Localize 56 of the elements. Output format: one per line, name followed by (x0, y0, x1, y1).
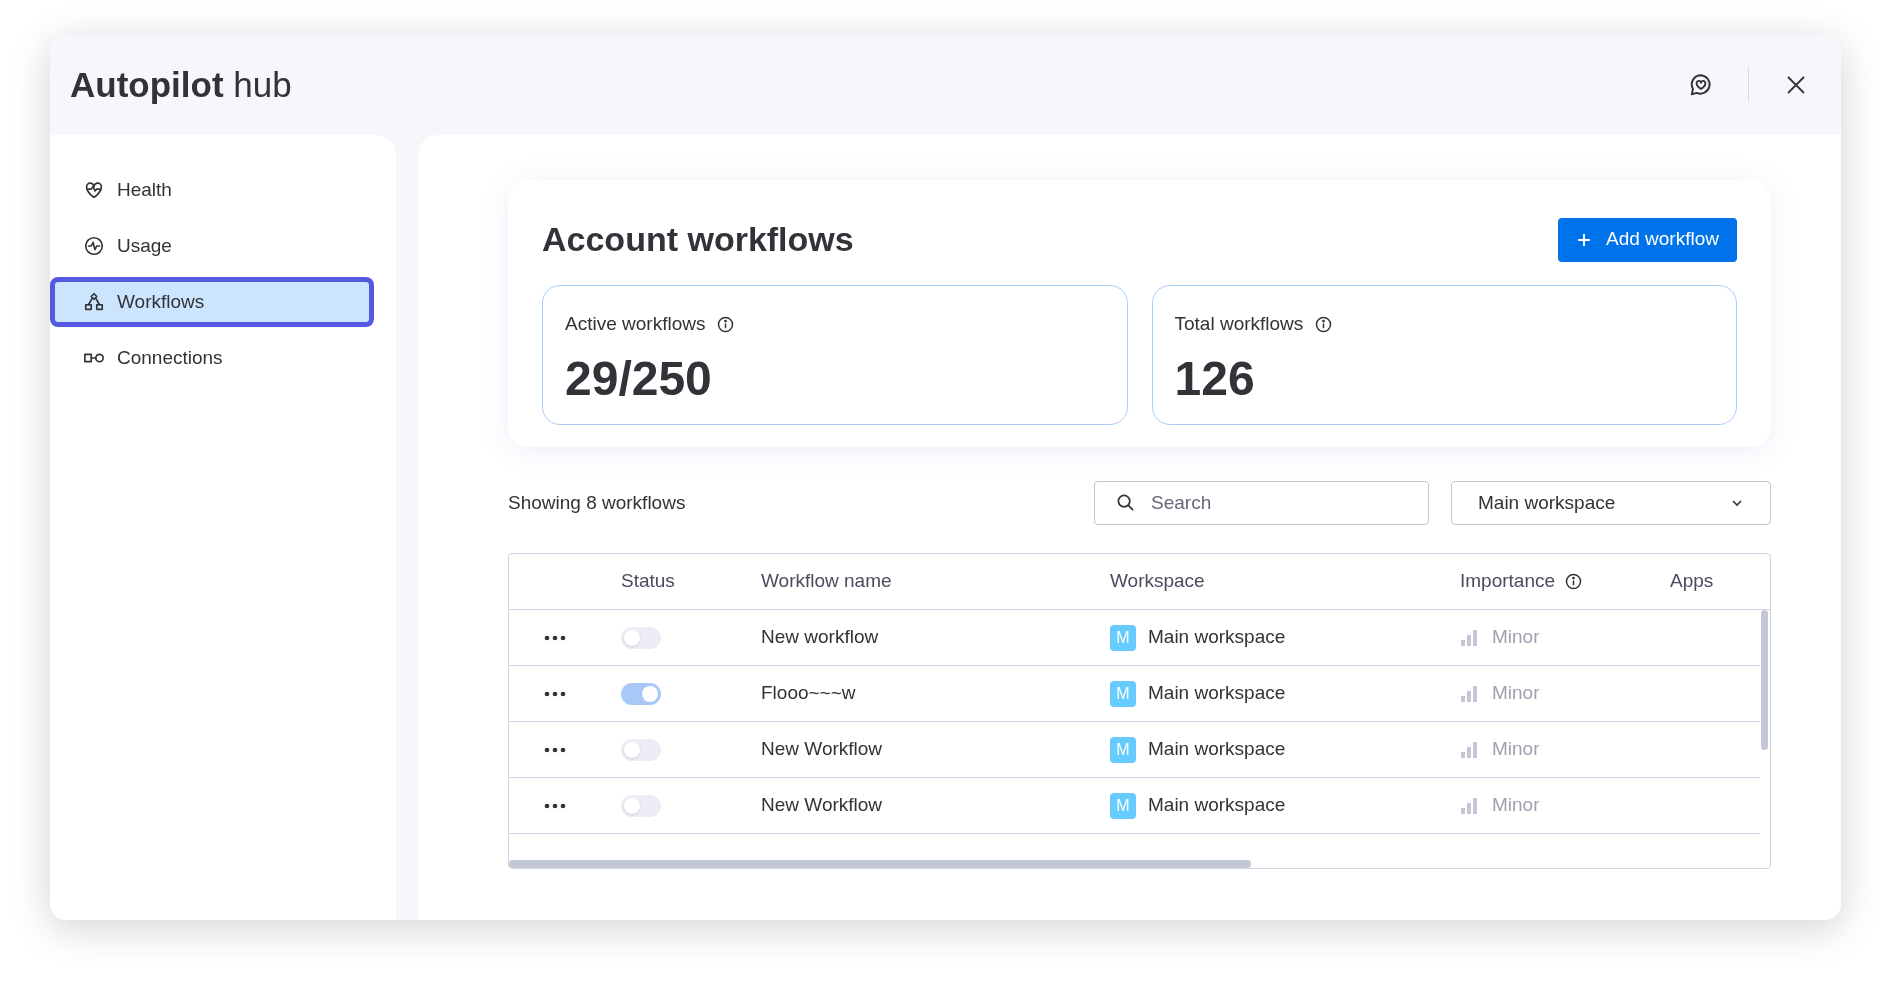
workflow-name: Flooo~~~w (761, 681, 857, 706)
importance-level: Minor (1492, 737, 1540, 762)
column-header: Status (621, 569, 675, 594)
workspace-name: Main workspace (1148, 793, 1286, 818)
column-header: Workflow name (761, 569, 892, 594)
section-title: Account workflows (542, 219, 854, 260)
stat-label: Active workflows (565, 312, 706, 336)
more-options-icon[interactable] (544, 690, 566, 697)
workflow-name: New Workflow (761, 737, 884, 762)
column-header: Workspace (1110, 569, 1205, 594)
stat-value: 126 (1174, 350, 1256, 407)
stat-label: Total workflows (1174, 312, 1304, 336)
sidebar-item[interactable]: Connections (50, 333, 374, 383)
workspace-name: Main workspace (1148, 737, 1286, 762)
signal-bars-icon (1460, 629, 1478, 646)
column-header: Importance (1460, 569, 1556, 594)
activity-icon (83, 235, 105, 257)
workflow-count: Showing 8 workflows (508, 490, 687, 515)
workspace-badge: M (1110, 736, 1136, 763)
info-icon (1315, 315, 1333, 333)
signal-bars-icon (1460, 797, 1478, 814)
workspace-dropdown[interactable]: Main workspace (1451, 481, 1771, 525)
importance-level: Minor (1492, 625, 1540, 650)
more-options-icon[interactable] (544, 634, 566, 641)
search-field[interactable]: Search (1094, 481, 1429, 525)
heart-pulse-icon (83, 179, 105, 201)
importance-level: Minor (1492, 793, 1540, 818)
more-options-icon[interactable] (544, 802, 566, 809)
plus-icon (1576, 231, 1592, 248)
stat-value: 29/250 (565, 350, 713, 407)
window-title: Autopilot hub (70, 63, 292, 106)
info-icon (717, 315, 735, 333)
signal-bars-icon (1460, 685, 1478, 702)
workspace-name: Main workspace (1148, 681, 1286, 706)
sidebar-item[interactable]: Health (50, 165, 374, 215)
workspace-badge: M (1110, 624, 1136, 651)
add-workflow-button[interactable]: Add workflow (1558, 217, 1737, 262)
search-icon (1116, 493, 1135, 512)
horizontal-scrollbar[interactable] (509, 860, 1251, 868)
sidebar-item[interactable]: Workflows (50, 277, 374, 327)
column-header: Apps (1670, 569, 1714, 594)
status-toggle[interactable] (621, 794, 661, 817)
workflow-name: New workflow (761, 625, 880, 650)
workspace-badge: M (1110, 792, 1136, 819)
workflow-name: New Workflow (761, 793, 884, 818)
workspace-badge: M (1110, 680, 1136, 707)
importance-level: Minor (1492, 681, 1540, 706)
signal-bars-icon (1460, 741, 1478, 758)
workspace-name: Main workspace (1148, 625, 1286, 650)
status-toggle[interactable] (621, 626, 661, 649)
more-options-icon[interactable] (544, 746, 566, 753)
flow-diagram-icon (83, 291, 105, 313)
sidebar-item[interactable]: Usage (50, 221, 374, 271)
status-toggle[interactable] (621, 738, 661, 761)
vertical-scrollbar[interactable] (1761, 610, 1768, 750)
status-toggle[interactable] (621, 682, 661, 705)
